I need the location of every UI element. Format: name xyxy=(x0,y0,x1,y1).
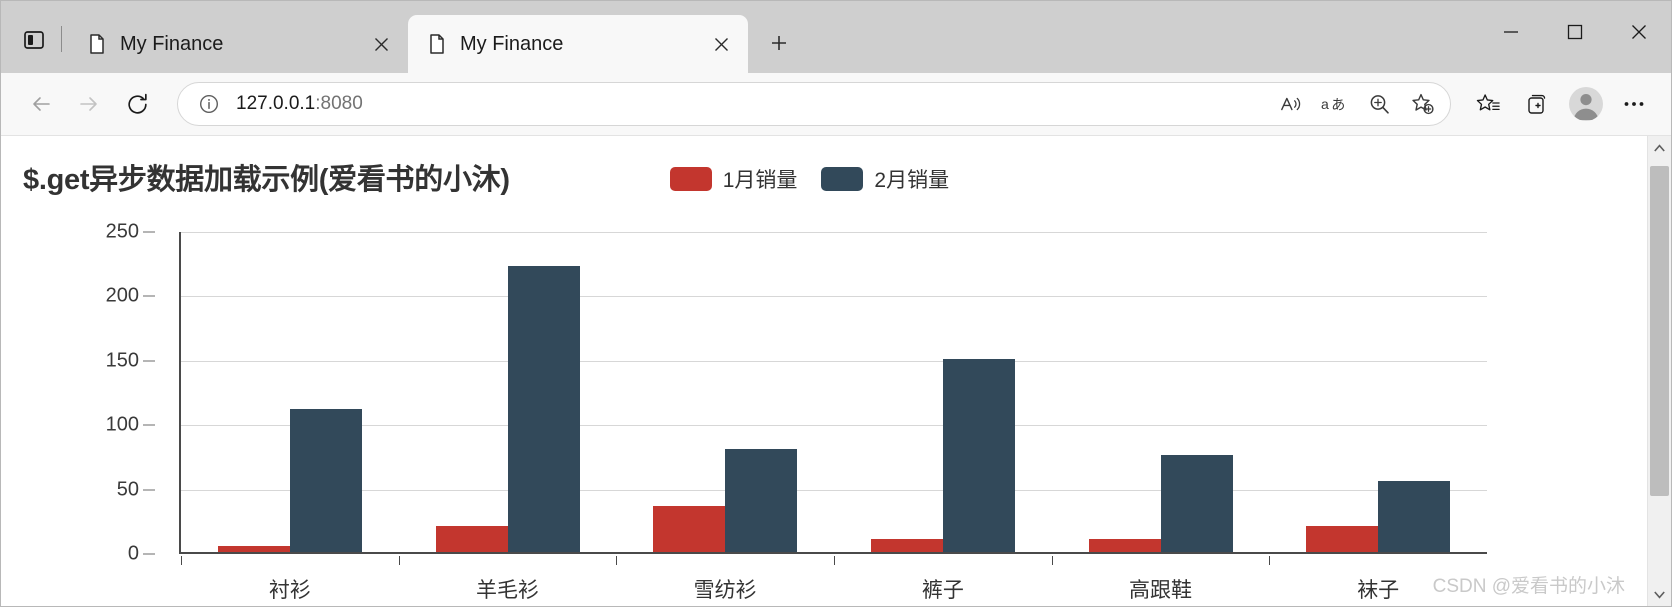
svg-text:あ: あ xyxy=(1331,98,1345,114)
tab-title: My Finance xyxy=(460,32,564,55)
more-settings-icon[interactable] xyxy=(1611,82,1657,126)
legend-label: 2月销量 xyxy=(874,169,950,192)
y-axis-tick-label: 100 xyxy=(105,413,139,436)
scrollbar-thumb[interactable] xyxy=(1650,166,1669,496)
y-axis: 0 50 100 150 200 250 xyxy=(1,221,173,565)
page-title: $.get异步数据加载示例(爱看书的小沐) xyxy=(23,164,510,196)
tab-strip: My Finance My Finance xyxy=(1,1,1671,73)
x-axis-line xyxy=(179,552,1487,554)
info-icon[interactable] xyxy=(192,87,226,121)
bar-groups xyxy=(181,232,1487,552)
scroll-down-arrow-icon[interactable] xyxy=(1648,582,1672,606)
svg-text:a: a xyxy=(1321,96,1329,112)
bar-1[interactable] xyxy=(870,539,943,552)
close-window-button[interactable] xyxy=(1607,1,1671,63)
new-tab-button[interactable] xyxy=(758,22,800,64)
address-bar[interactable]: 127.0.0.1:8080 a あ xyxy=(177,82,1451,126)
browser-window: My Finance My Finance 127.0.0.1:8080 a あ… xyxy=(0,0,1672,607)
x-axis-tick-mark xyxy=(181,556,182,565)
x-axis-tick-label: 衬衫 xyxy=(181,556,399,606)
chart-header: $.get异步数据加载示例(爱看书的小沐) 1月销量 2月销量 xyxy=(1,136,1647,198)
bar-group xyxy=(616,232,834,552)
y-axis-tick-label: 250 xyxy=(105,220,139,243)
x-axis-tick-mark xyxy=(398,556,400,565)
tabstrip-divider xyxy=(61,26,62,52)
y-axis-tick-mark xyxy=(143,360,155,362)
bar-group xyxy=(399,232,617,552)
y-axis-tick-label: 0 xyxy=(127,542,139,565)
page-icon xyxy=(426,33,448,55)
forward-arrow-icon[interactable] xyxy=(67,82,111,126)
profile-avatar-icon[interactable] xyxy=(1569,87,1603,121)
x-axis-tick-mark xyxy=(616,556,618,565)
plot-area xyxy=(179,232,1487,554)
watermark: CSDN @爱看书的小沐 xyxy=(1432,576,1625,597)
page-icon xyxy=(86,33,108,55)
window-controls xyxy=(1479,1,1671,63)
y-axis-tick-mark xyxy=(143,231,155,233)
bar-2[interactable] xyxy=(1378,481,1451,552)
bar-1[interactable] xyxy=(653,505,726,552)
y-axis-tick-mark xyxy=(143,424,155,426)
bar-2[interactable] xyxy=(1160,455,1233,552)
bar-chart: 0 50 100 150 200 250 衬衫 羊毛衫 雪纺衫 裤子 高跟鞋 袜子 xyxy=(1,221,1647,606)
bar-1[interactable] xyxy=(217,545,290,552)
bar-2[interactable] xyxy=(289,409,362,552)
x-axis-tick-label: 羊毛衫 xyxy=(398,556,617,606)
bar-group xyxy=(1269,232,1487,552)
bar-1[interactable] xyxy=(1088,539,1161,552)
tab-search-icon[interactable] xyxy=(11,17,57,63)
bar-1[interactable] xyxy=(435,526,508,552)
zoom-search-icon[interactable] xyxy=(1358,85,1400,123)
tab-close-button[interactable] xyxy=(366,29,396,59)
back-arrow-icon[interactable] xyxy=(19,82,63,126)
y-axis-tick-label: 200 xyxy=(105,284,139,307)
refresh-icon[interactable] xyxy=(115,82,159,126)
bar-group xyxy=(1052,232,1270,552)
chart-legend: 1月销量 2月销量 xyxy=(669,164,949,194)
legend-label: 1月销量 xyxy=(722,169,798,192)
page-viewport: $.get异步数据加载示例(爱看书的小沐) 1月销量 2月销量 0 50 100 15… xyxy=(1,135,1671,606)
bar-2[interactable] xyxy=(725,448,798,552)
browser-toolbar: 127.0.0.1:8080 a あ xyxy=(1,73,1671,135)
y-axis-tick-label: 150 xyxy=(105,349,139,372)
x-axis-tick-label: 雪纺衫 xyxy=(616,556,834,606)
legend-item-series-2[interactable]: 2月销量 xyxy=(821,164,949,194)
x-axis-tick-label: 裤子 xyxy=(834,556,1052,606)
y-axis-tick-mark xyxy=(143,553,155,555)
y-axis-tick-mark xyxy=(143,489,155,491)
x-axis-labels: 衬衫 羊毛衫 雪纺衫 裤子 高跟鞋 袜子 xyxy=(181,556,1487,606)
read-aloud-icon[interactable] xyxy=(1270,85,1312,123)
collections-icon[interactable] xyxy=(1515,82,1561,126)
x-axis-tick-mark xyxy=(1051,556,1053,565)
scrollbar-track[interactable] xyxy=(1648,160,1671,582)
scroll-up-arrow-icon[interactable] xyxy=(1648,136,1672,160)
translate-icon[interactable]: a あ xyxy=(1314,85,1356,123)
url-text: 127.0.0.1:8080 xyxy=(236,93,363,114)
x-axis-tick-label: 高跟鞋 xyxy=(1051,556,1270,606)
legend-swatch xyxy=(821,167,864,191)
legend-swatch xyxy=(669,167,712,191)
favorites-icon[interactable] xyxy=(1465,82,1511,126)
y-axis-tick-mark xyxy=(143,295,155,297)
vertical-scrollbar[interactable] xyxy=(1647,136,1671,606)
tab-my-finance-1[interactable]: My Finance xyxy=(68,15,408,73)
bar-group xyxy=(181,232,399,552)
maximize-button[interactable] xyxy=(1543,1,1607,63)
y-axis-tick-label: 50 xyxy=(116,478,139,501)
bar-2[interactable] xyxy=(507,266,580,552)
bar-group xyxy=(834,232,1052,552)
bar-2[interactable] xyxy=(942,358,1015,552)
tab-my-finance-2[interactable]: My Finance xyxy=(408,15,748,73)
omnibox-actions: a あ xyxy=(1270,85,1444,123)
bar-1[interactable] xyxy=(1306,526,1379,552)
legend-item-series-1[interactable]: 1月销量 xyxy=(669,164,798,194)
tab-close-button[interactable] xyxy=(706,29,736,59)
x-axis-tick-mark xyxy=(1269,556,1271,565)
x-axis-tick-mark xyxy=(834,556,836,565)
tab-title: My Finance xyxy=(120,32,224,55)
minimize-button[interactable] xyxy=(1479,1,1543,63)
add-favorite-star-icon[interactable] xyxy=(1402,85,1444,123)
web-page-content: $.get异步数据加载示例(爱看书的小沐) 1月销量 2月销量 0 50 100 15… xyxy=(1,136,1647,606)
